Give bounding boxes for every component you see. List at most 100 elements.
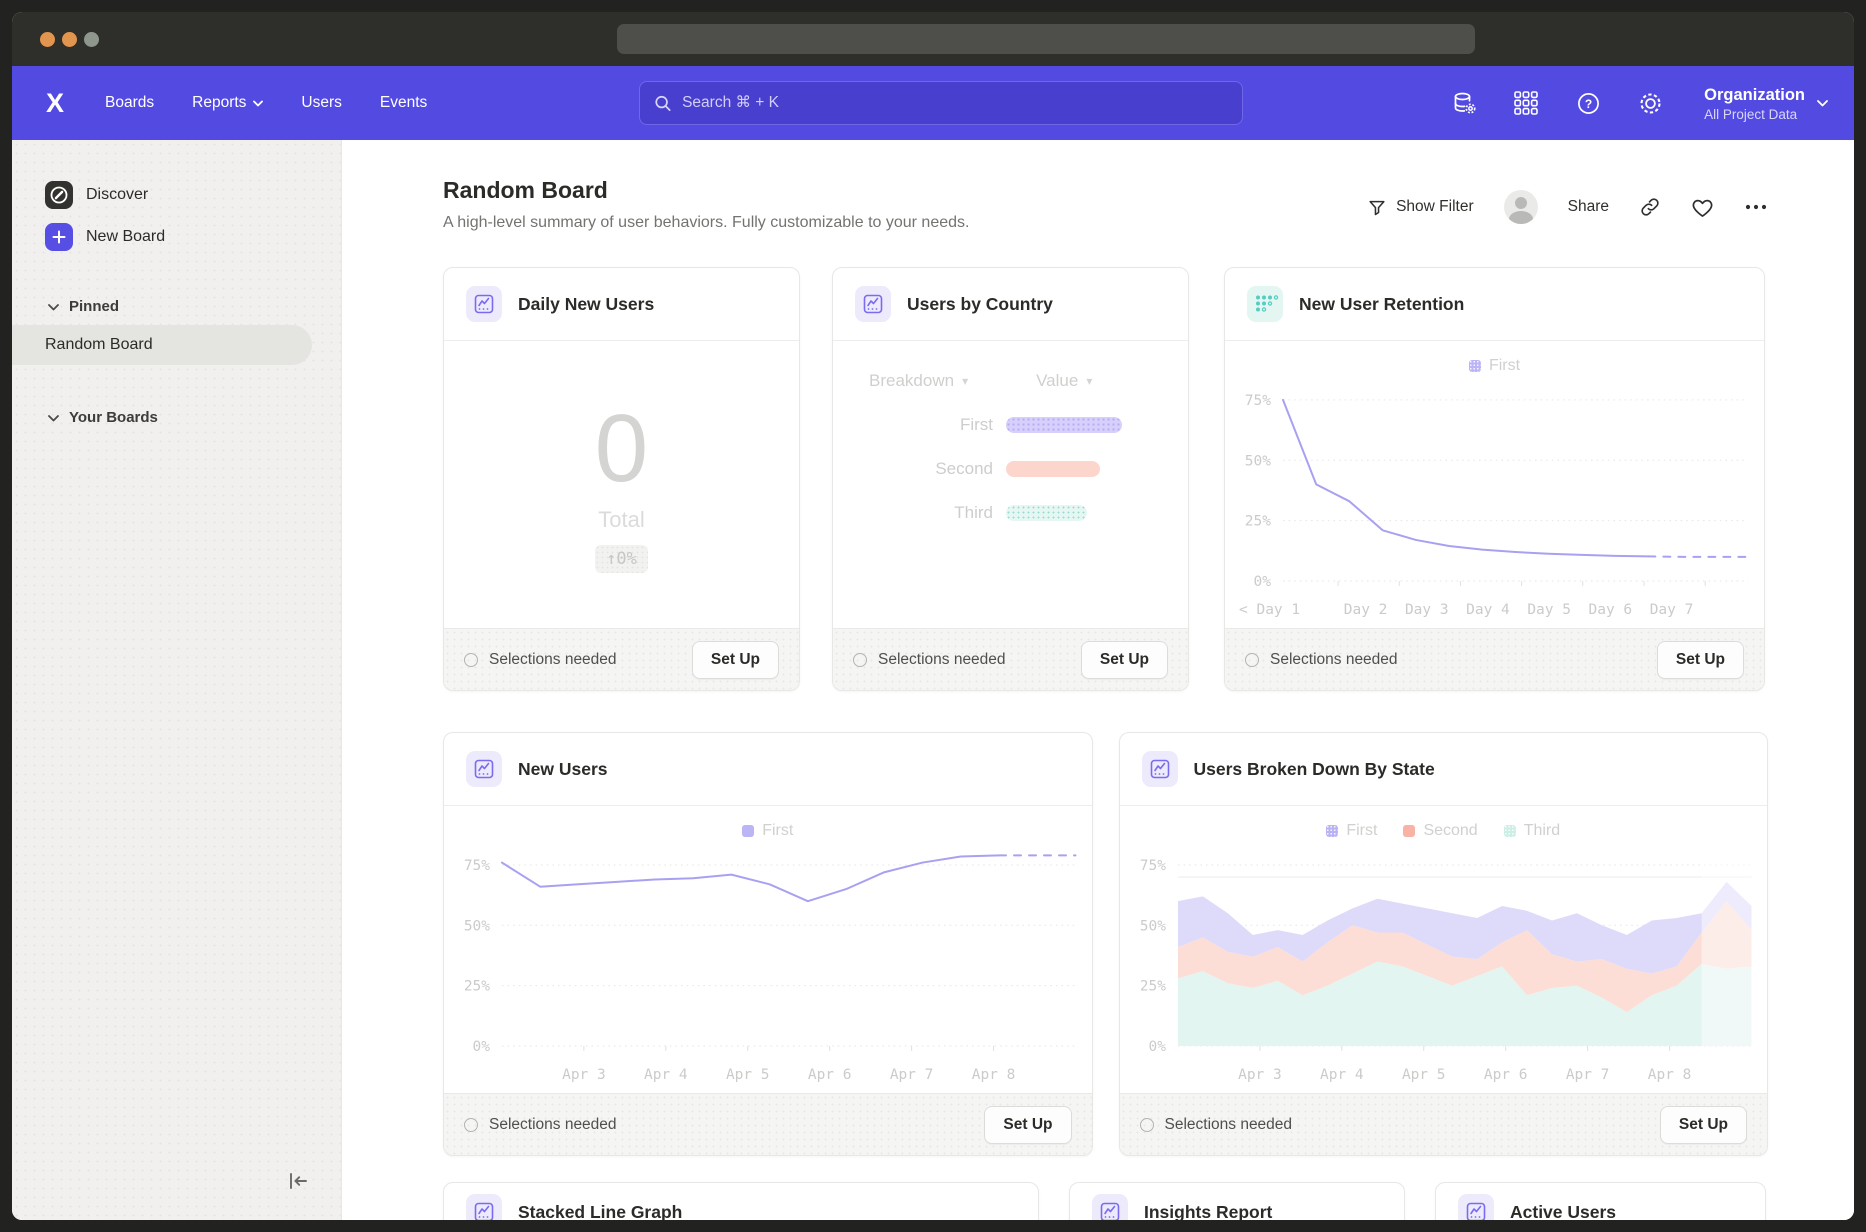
card-title: Users by Country	[907, 294, 1053, 315]
set-up-button[interactable]: Set Up	[984, 1106, 1071, 1144]
svg-text:0%: 0%	[1148, 1039, 1166, 1055]
set-up-button[interactable]: Set Up	[1657, 641, 1744, 679]
svg-text:Day 3: Day 3	[1405, 602, 1449, 618]
svg-text:Apr 6: Apr 6	[1483, 1067, 1527, 1083]
chart-icon	[1092, 1194, 1128, 1220]
skeleton-bar	[1006, 461, 1100, 477]
retention-chart: 75%50%25%0%< Day 1Day 2Day 3Day 4Day 5Da…	[1225, 375, 1764, 627]
window-controls	[40, 32, 99, 47]
share-button[interactable]: Share	[1568, 198, 1609, 216]
chart-legend: First	[444, 806, 1092, 840]
svg-text:< Day 1: < Day 1	[1239, 602, 1300, 618]
window-zoom-button[interactable]	[84, 32, 99, 47]
nav-item-events[interactable]: Events	[380, 94, 427, 112]
org-name: Organization	[1704, 85, 1805, 105]
legend-label: First	[1346, 822, 1377, 840]
legend-label: Second	[1423, 822, 1477, 840]
svg-text:Apr 3: Apr 3	[1238, 1067, 1282, 1083]
svg-text:25%: 25%	[464, 979, 490, 995]
nav-item-users[interactable]: Users	[301, 94, 341, 112]
svg-text:Apr 5: Apr 5	[726, 1067, 770, 1083]
svg-text:Apr 8: Apr 8	[972, 1067, 1016, 1083]
set-up-button[interactable]: Set Up	[1660, 1106, 1747, 1144]
mixpanel-logo-icon[interactable]: X	[46, 88, 63, 119]
show-filter-button[interactable]: Show Filter	[1367, 198, 1474, 217]
avatar[interactable]	[1504, 190, 1538, 224]
sidebar-section-your-boards[interactable]: Your Boards	[48, 409, 341, 426]
search-bar[interactable]	[639, 81, 1243, 125]
svg-text:Apr 3: Apr 3	[562, 1067, 606, 1083]
card-title: New User Retention	[1299, 294, 1464, 315]
window-minimize-button[interactable]	[62, 32, 77, 47]
legend-swatch	[1504, 825, 1516, 837]
breakdown-dropdown[interactable]: Breakdown▾	[869, 371, 968, 391]
metric-delta-badge: ↑0%	[595, 545, 648, 573]
help-icon[interactable]: ?	[1574, 89, 1602, 117]
svg-text:0%: 0%	[1254, 574, 1272, 590]
nav-item-boards[interactable]: Boards	[105, 94, 154, 112]
sidebar-collapse-button[interactable]	[283, 1166, 313, 1196]
svg-text:Apr 7: Apr 7	[1565, 1067, 1609, 1083]
card-stacked-line-graph: Stacked Line Graph	[443, 1182, 1039, 1220]
chart-icon	[466, 1194, 502, 1220]
set-up-button[interactable]: Set Up	[692, 641, 779, 679]
svg-text:75%: 75%	[1139, 858, 1165, 874]
page-title: Random Board	[443, 176, 969, 204]
chevron-down-icon	[253, 100, 263, 107]
share-label: Share	[1568, 198, 1609, 216]
dropdown-label: Breakdown	[869, 371, 954, 391]
chart-legend: First Second Third	[1120, 806, 1768, 840]
metric-label: Total	[598, 507, 644, 533]
card-title: New Users	[518, 759, 608, 780]
sidebar-item-new-board[interactable]: New Board	[45, 216, 341, 258]
breakdown-row: Third	[869, 503, 1188, 523]
nav-item-reports[interactable]: Reports	[192, 94, 263, 112]
sidebar-item-label: New Board	[86, 228, 165, 246]
set-up-button[interactable]: Set Up	[1081, 641, 1168, 679]
copy-link-icon[interactable]	[1639, 196, 1661, 218]
sidebar-section-label: Pinned	[69, 298, 119, 315]
chart-icon	[466, 286, 502, 322]
nav-item-label: Users	[301, 94, 341, 112]
status-text: Selections needed	[489, 1116, 617, 1134]
svg-text:Day 7: Day 7	[1650, 602, 1694, 618]
show-filter-label: Show Filter	[1396, 198, 1474, 216]
legend-item[interactable]: First	[1326, 822, 1377, 840]
board-actions: Show Filter Share	[1367, 190, 1768, 224]
apps-grid-icon[interactable]	[1512, 89, 1540, 117]
legend-label: Third	[1524, 822, 1560, 840]
app-window: X Boards Reports Users Events	[12, 12, 1854, 1220]
legend-item[interactable]: Third	[1504, 822, 1560, 840]
legend-swatch	[742, 825, 754, 837]
favorite-heart-icon[interactable]	[1691, 197, 1714, 218]
legend-item[interactable]: First	[1469, 357, 1520, 375]
svg-text:Apr 8: Apr 8	[1647, 1067, 1691, 1083]
svg-text:?: ?	[1584, 97, 1591, 111]
skeleton-bar	[1006, 505, 1087, 521]
svg-text:Apr 7: Apr 7	[890, 1067, 934, 1083]
sidebar-section-pinned[interactable]: Pinned	[48, 298, 341, 315]
dropdown-label: Value	[1036, 371, 1078, 391]
search-input[interactable]	[682, 94, 1228, 112]
org-switcher[interactable]: Organization All Project Data	[1704, 85, 1828, 122]
row-label: Second	[869, 459, 993, 479]
board-main: Random Board A high-level summary of use…	[342, 140, 1854, 1220]
value-dropdown[interactable]: Value▾	[1036, 371, 1092, 391]
chart-icon	[466, 751, 502, 787]
legend-item[interactable]: Second	[1403, 822, 1477, 840]
status-icon	[1245, 653, 1259, 667]
nav-links: Boards Reports Users Events	[105, 94, 427, 112]
settings-gear-icon[interactable]	[1636, 89, 1664, 117]
nav-item-label: Events	[380, 94, 427, 112]
card-title: Users Broken Down By State	[1194, 759, 1435, 780]
sidebar-item-random-board[interactable]: Random Board	[12, 325, 312, 365]
data-management-icon[interactable]	[1450, 89, 1478, 117]
sidebar-item-discover[interactable]: Discover	[45, 174, 341, 216]
browser-url-bar[interactable]	[617, 24, 1475, 54]
svg-text:Day 6: Day 6	[1589, 602, 1633, 618]
row-label: Third	[869, 503, 993, 523]
more-options-icon[interactable]	[1744, 203, 1768, 211]
chevron-down-icon	[48, 303, 59, 311]
window-close-button[interactable]	[40, 32, 55, 47]
legend-item[interactable]: First	[742, 822, 793, 840]
